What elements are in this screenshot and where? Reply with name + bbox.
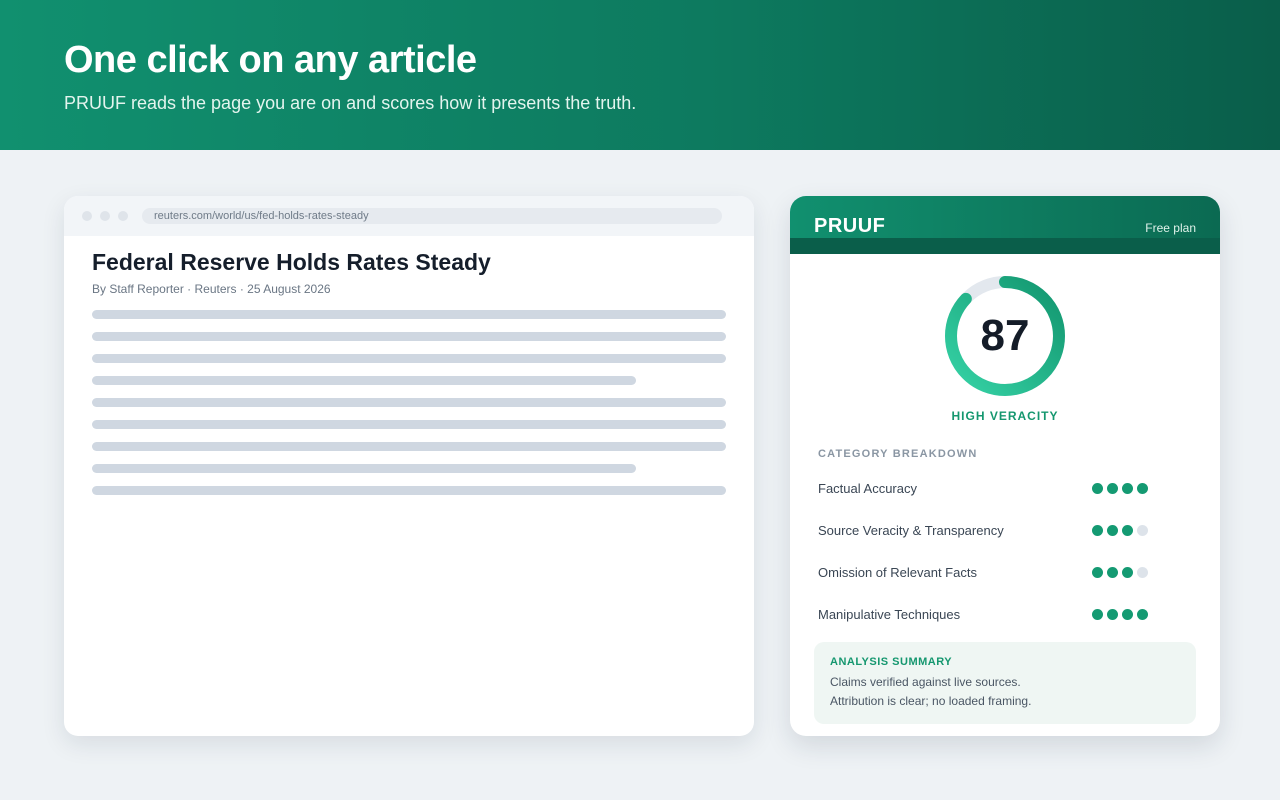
pruuf-extension-panel: PRUUF Free plan 87 HIGH VERACITY CATEGOR… xyxy=(790,196,1220,736)
analysis-summary: ANALYSIS SUMMARY Claims verified against… xyxy=(814,642,1196,724)
window-dot-icon xyxy=(82,211,92,221)
hero-banner: One click on any article PRUUF reads the… xyxy=(0,0,1280,150)
rating-dot-filled-icon xyxy=(1107,524,1118,536)
rating-dot-filled-icon xyxy=(1092,482,1103,494)
browser-window: reuters.com/world/us/fed-holds-rates-ste… xyxy=(64,196,754,736)
text-line-placeholder xyxy=(92,376,636,385)
text-line-placeholder xyxy=(92,354,726,363)
rating-dot-filled-icon xyxy=(1122,482,1133,494)
category-breakdown-title: CATEGORY BREAKDOWN xyxy=(818,448,978,460)
text-line-placeholder xyxy=(92,464,636,473)
text-line-placeholder xyxy=(92,332,726,341)
rating-dot-filled-icon xyxy=(1107,566,1118,578)
text-line-placeholder xyxy=(92,310,726,319)
text-line-placeholder xyxy=(92,442,726,451)
summary-line: Claims verified against live sources. xyxy=(830,675,1021,689)
article: Federal Reserve Holds Rates Steady By St… xyxy=(64,236,754,495)
category-label: Manipulative Techniques xyxy=(818,606,961,622)
veracity-score: 87 xyxy=(980,311,1030,360)
window-dot-icon xyxy=(100,211,110,221)
rating-dot-filled-icon xyxy=(1107,608,1118,620)
category-rating xyxy=(1092,482,1148,494)
category-rating xyxy=(1092,566,1148,578)
category-rating xyxy=(1092,608,1148,620)
category-label: Source Veracity & Transparency xyxy=(818,522,1004,538)
category-rating xyxy=(1092,524,1148,536)
category-row-factual-accuracy[interactable]: Factual Accuracy xyxy=(818,478,1148,498)
category-row-omission[interactable]: Omission of Relevant Facts xyxy=(818,562,1148,582)
category-label: Factual Accuracy xyxy=(818,480,917,496)
summary-title: ANALYSIS SUMMARY xyxy=(830,656,953,668)
rating-dot-filled-icon xyxy=(1137,608,1148,620)
address-bar[interactable]: reuters.com/world/us/fed-holds-rates-ste… xyxy=(142,208,722,224)
rating-dot-filled-icon xyxy=(1107,482,1118,494)
rating-dot-empty-icon xyxy=(1137,524,1148,536)
text-line-placeholder xyxy=(92,398,726,407)
rating-dot-empty-icon xyxy=(1137,566,1148,578)
article-headline: Federal Reserve Holds Rates Steady xyxy=(92,249,491,275)
window-dot-icon xyxy=(118,211,128,221)
rating-dot-filled-icon xyxy=(1092,566,1103,578)
rating-dot-filled-icon xyxy=(1122,524,1133,536)
rating-dot-filled-icon xyxy=(1092,524,1103,536)
browser-toolbar: reuters.com/world/us/fed-holds-rates-ste… xyxy=(64,196,754,236)
article-byline: By Staff Reporter · Reuters · 25 August … xyxy=(92,282,331,296)
text-line-placeholder xyxy=(92,486,726,495)
rating-dot-filled-icon xyxy=(1137,482,1148,494)
summary-line: Attribution is clear; no loaded framing. xyxy=(830,694,1032,708)
category-row-manipulative-techniques[interactable]: Manipulative Techniques xyxy=(818,604,1148,624)
verdict-label: HIGH VERACITY xyxy=(951,409,1059,423)
category-row-source-veracity[interactable]: Source Veracity & Transparency xyxy=(818,520,1148,540)
article-body-placeholder xyxy=(92,310,726,495)
plan-badge[interactable]: Free plan xyxy=(1145,221,1196,235)
hero-title: One click on any article xyxy=(64,39,477,81)
rating-dot-filled-icon xyxy=(1122,608,1133,620)
rating-dot-filled-icon xyxy=(1122,566,1133,578)
text-line-placeholder xyxy=(92,420,726,429)
rating-dot-filled-icon xyxy=(1092,608,1103,620)
score-gauge: 87 xyxy=(943,274,1067,398)
brand-logo: PRUUF xyxy=(814,215,886,237)
header-strip xyxy=(790,238,1220,254)
category-label: Omission of Relevant Facts xyxy=(818,564,977,580)
panel-header: PRUUF Free plan xyxy=(790,196,1220,254)
hero-subtitle: PRUUF reads the page you are on and scor… xyxy=(64,93,637,113)
